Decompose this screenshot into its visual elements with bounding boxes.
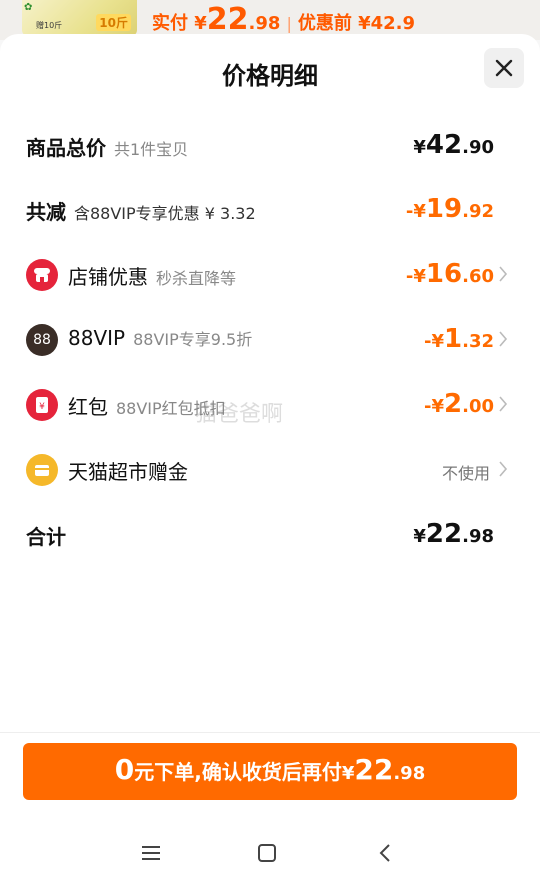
item-count: 共1件宝贝 [114, 140, 189, 159]
vip-discount-note: 含88VIP专享优惠 ¥ 3.32 [74, 204, 256, 223]
paid-label: 实付 ¥ [152, 13, 207, 34]
sum-label: 合计 [26, 525, 66, 549]
chevron-right-icon [499, 266, 508, 282]
redpack-note: 88VIP红包抵扣 [116, 399, 226, 418]
back-chevron-icon [379, 844, 390, 862]
total-price-label: 商品总价 [26, 136, 106, 160]
sum-row: 合计 ¥22.98 [0, 515, 540, 555]
total-price-amount: ¥42.90 [413, 130, 494, 160]
total-discount-row: 共减 含88VIP专享优惠 ¥ 3.32 -¥19.92 [0, 190, 540, 230]
tmall-bonus-label: 天猫超市赠金 [68, 460, 188, 484]
tmall-bonus-row[interactable]: 天猫超市赠金 不使用 [0, 450, 540, 490]
product-thumbnail: ✿ 赠10斤 10斤 [22, 0, 137, 36]
home-square-icon [258, 844, 276, 862]
shop-discount-row[interactable]: 店铺优惠 秒杀直降等 -¥16.60 [0, 255, 540, 295]
system-navbar [0, 820, 540, 886]
product-badge: 赠10斤 [36, 21, 63, 30]
total-price-row: 商品总价 共1件宝贝 ¥42.90 [0, 126, 540, 166]
red-packet-icon: ¥ [26, 389, 58, 421]
shop-discount-label: 店铺优惠 [68, 265, 148, 289]
close-icon [495, 59, 513, 77]
sum-amount: ¥22.98 [413, 519, 494, 549]
chevron-right-icon [499, 331, 508, 347]
summary-divider: | [286, 14, 292, 33]
redpack-row[interactable]: ¥ 红包 88VIP红包抵扣 -¥2.00 [0, 385, 540, 425]
place-order-button[interactable]: 0 元下单, 确认收货后再付 ¥ 22 .98 [23, 743, 517, 800]
vip-note: 88VIP专享9.5折 [133, 330, 253, 349]
redpack-amount: -¥2.00 [424, 389, 494, 419]
leaf-icon: ✿ [24, 2, 33, 13]
vip-icon: 88 [26, 324, 58, 356]
total-discount-label: 共减 [26, 200, 66, 224]
home-button[interactable] [252, 838, 282, 868]
menu-button[interactable] [136, 838, 166, 868]
paid-dec: .98 [248, 13, 281, 34]
vip-label: 88VIP [68, 326, 126, 350]
chevron-right-icon [499, 461, 508, 477]
gift-icon [26, 454, 58, 486]
chevron-right-icon [499, 396, 508, 412]
sheet-title: 价格明细 [222, 62, 318, 90]
vip-discount-row[interactable]: 88 88VIP 88VIP专享9.5折 -¥1.32 [0, 320, 540, 360]
total-discount-amount: -¥19.92 [405, 194, 494, 224]
redpack-label: 红包 [68, 395, 108, 419]
tmall-bonus-status: 不使用 [441, 464, 490, 483]
divider [0, 732, 540, 733]
svg-text:¥: ¥ [39, 402, 45, 412]
product-badge-num: 10斤 [96, 14, 131, 31]
paid-int: 22 [206, 2, 249, 37]
paid-summary: 实付 ¥22.98 | 优惠前 ¥42.9 [152, 2, 415, 37]
vip-discount-amount: -¥1.32 [424, 324, 494, 354]
close-button[interactable] [484, 48, 524, 88]
shop-discount-note: 秒杀直降等 [156, 269, 237, 288]
shop-icon [26, 259, 58, 291]
shop-discount-amount: -¥16.60 [405, 259, 494, 289]
menu-icon [142, 846, 160, 860]
back-button[interactable] [370, 838, 400, 868]
before-discount: 优惠前 ¥42.9 [297, 13, 416, 34]
